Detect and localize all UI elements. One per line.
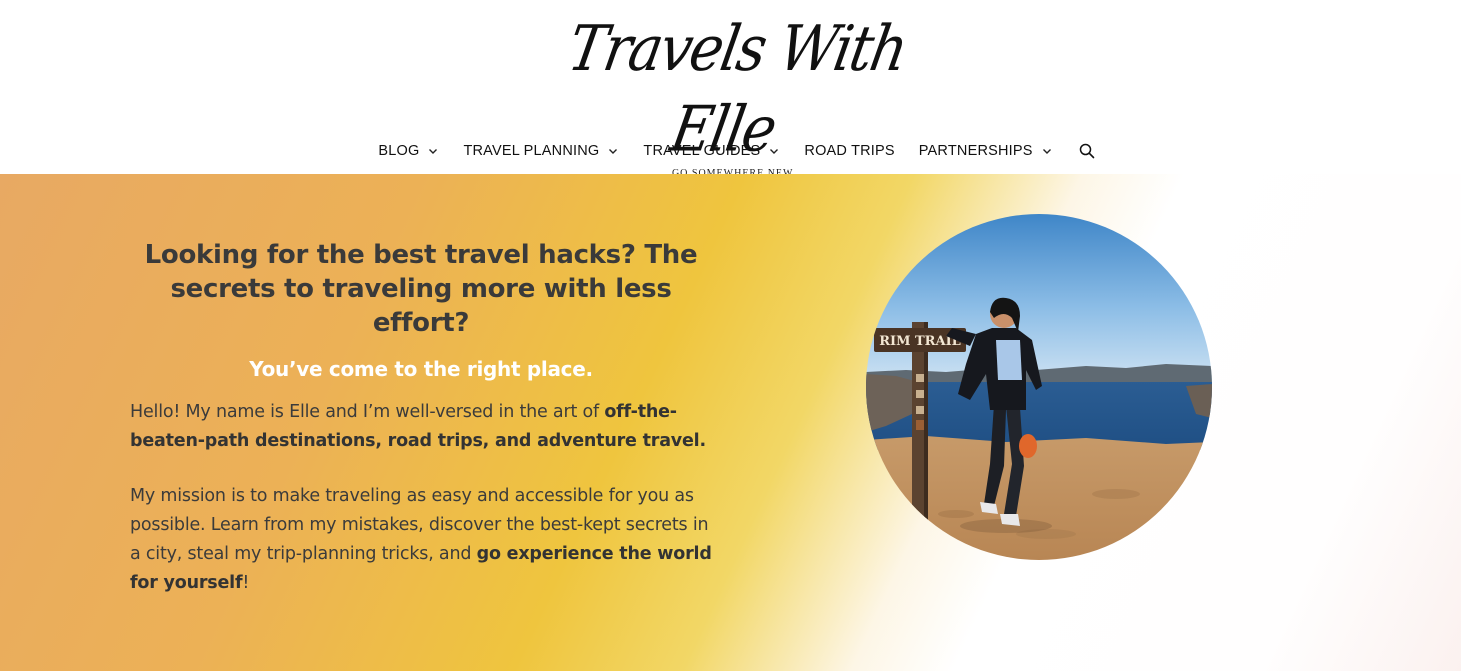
nav-item-label: ROAD TRIPS xyxy=(804,143,895,159)
nav-item-label: TRAVEL PLANNING xyxy=(463,143,600,159)
search-icon xyxy=(1079,143,1094,159)
nav-item-label: BLOG xyxy=(378,143,420,159)
site-header: Travels With Elle GO SOMEWHERE NEW. BLOG… xyxy=(0,0,1461,179)
chevron-down-icon xyxy=(1042,149,1051,154)
intro-text: Hello! My name is Elle and I’m well-vers… xyxy=(130,402,605,422)
site-logo[interactable]: Travels With Elle GO SOMEWHERE NEW. xyxy=(560,13,912,179)
author-photo: RIM TRAIL xyxy=(866,214,1212,560)
nav-item-label: PARTNERSHIPS xyxy=(918,143,1033,159)
chevron-down-icon xyxy=(770,149,779,154)
author-photo-illustration: RIM TRAIL xyxy=(866,214,1212,560)
nav-item-blog[interactable]: BLOG xyxy=(378,143,439,159)
nav-item-travel-guides[interactable]: TRAVEL GUIDES xyxy=(643,143,780,159)
hero-heading: Looking for the best travel hacks? The s… xyxy=(144,240,698,338)
nav-item-partnerships[interactable]: PARTNERSHIPS xyxy=(919,143,1053,159)
intro-paragraph: Hello! My name is Elle and I’m well-vers… xyxy=(130,398,712,456)
nav-item-label: TRAVEL GUIDES xyxy=(643,143,761,159)
mission-end-text: ! xyxy=(242,573,250,593)
mission-paragraph: My mission is to make traveling as easy … xyxy=(130,482,712,598)
chevron-down-icon xyxy=(429,149,438,154)
hero-text: Looking for the best travel hacks? The s… xyxy=(130,238,712,598)
hero-subheading: You’ve come to the right place. xyxy=(249,357,593,381)
main-nav: BLOG TRAVEL PLANNING TRAVEL GUIDES ROAD … xyxy=(0,132,1461,170)
nav-item-travel-planning[interactable]: TRAVEL PLANNING xyxy=(463,143,619,159)
nav-item-road-trips[interactable]: ROAD TRIPS xyxy=(804,143,894,159)
search-button[interactable] xyxy=(1079,143,1095,159)
hero-section: Looking for the best travel hacks? The s… xyxy=(0,174,1461,671)
chevron-down-icon xyxy=(609,149,618,154)
